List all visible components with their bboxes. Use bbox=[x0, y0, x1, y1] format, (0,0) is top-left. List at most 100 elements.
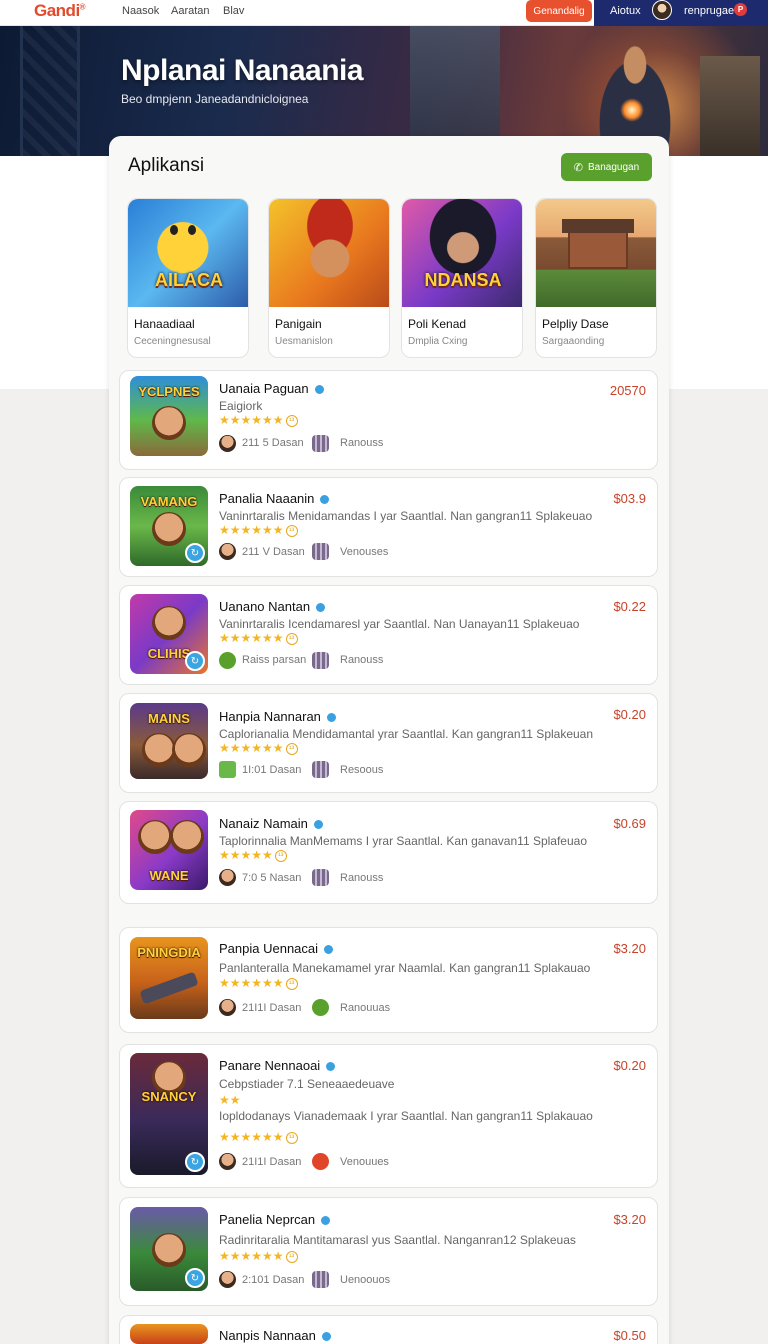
item-meta-tag[interactable]: Venouses bbox=[340, 546, 388, 558]
star-rating: ★★★★★★ ¹³ bbox=[219, 523, 298, 537]
item-thumbnail: CLIHIS ↻ bbox=[130, 594, 208, 674]
item-thumbnail: SNANCY ↻ bbox=[130, 1053, 208, 1175]
featured-tile[interactable]: AILACA Hanaadiaal Ceceningnesusal bbox=[127, 198, 249, 358]
featured-sub: Sargaaonding bbox=[542, 336, 605, 347]
item-title[interactable]: Uanano Nantan bbox=[219, 599, 326, 614]
item-title[interactable]: Nanaiz Namain bbox=[219, 816, 323, 831]
item-title[interactable]: Panare Nennaoai bbox=[219, 1058, 336, 1073]
nav-cta-button[interactable]: Genandalig bbox=[526, 0, 592, 22]
featured-sub: Uesmanislon bbox=[275, 336, 333, 347]
item-price: $0.22 bbox=[613, 599, 646, 614]
item-meta-tag[interactable]: Ranouss bbox=[340, 654, 383, 666]
item-desc: Taplorinnalia ManMemams I yrar Saantlal.… bbox=[219, 834, 587, 848]
item-title[interactable]: Hanpia Nannaran bbox=[219, 709, 336, 724]
username[interactable]: renprugae bbox=[684, 5, 734, 17]
item-thumbnail: PNINGDIA bbox=[130, 937, 208, 1019]
hero-subtitle: Beo dmpjenn Janeadandnicloignea bbox=[121, 92, 309, 106]
featured-tile[interactable]: Pelpliy Dase Sargaaonding bbox=[535, 198, 657, 358]
grid-icon bbox=[312, 761, 329, 778]
verified-icon bbox=[320, 495, 330, 505]
featured-art-text: NDANSA bbox=[424, 270, 502, 290]
nav-account-link[interactable]: Aiotux bbox=[610, 5, 641, 17]
author-avatar-icon bbox=[219, 1153, 236, 1170]
grid-icon bbox=[312, 543, 329, 560]
item-meta-tag[interactable]: Venouues bbox=[340, 1156, 389, 1168]
item-title[interactable]: Uanaia Paguan bbox=[219, 381, 324, 396]
featured-art bbox=[536, 199, 656, 307]
item-meta-tag[interactable]: Ranouss bbox=[340, 872, 383, 884]
character-art bbox=[152, 606, 186, 640]
item-price: $0.50 bbox=[613, 1328, 646, 1343]
coin-icon: ¹³ bbox=[285, 524, 298, 537]
item-art-text: WANE bbox=[149, 868, 189, 883]
featured-art: NDANSA bbox=[402, 199, 522, 307]
verified-icon bbox=[321, 1216, 331, 1226]
item-price: $0.69 bbox=[613, 816, 646, 831]
character-art bbox=[138, 820, 172, 854]
item-meta-tag[interactable]: Resoous bbox=[340, 764, 383, 776]
item-art-text: VAMANG bbox=[140, 494, 198, 509]
item-meta-tag[interactable]: Ranouss bbox=[340, 437, 383, 449]
author-avatar-icon bbox=[219, 435, 236, 452]
hero-tower-art bbox=[20, 26, 80, 156]
record-icon bbox=[312, 1153, 329, 1170]
star-rating: ★★★★★ ¹³ bbox=[219, 848, 287, 862]
coin-icon: ¹³ bbox=[285, 977, 298, 990]
character-art bbox=[152, 1233, 186, 1267]
refresh-icon: ↻ bbox=[185, 1152, 205, 1172]
author-avatar-icon bbox=[219, 999, 236, 1016]
author-avatar-icon bbox=[219, 869, 236, 886]
item-desc: Radinritaralia Mantitamarasl yus Saantla… bbox=[219, 1233, 576, 1247]
item-art-text: SNANCY bbox=[141, 1089, 197, 1104]
star-rating: ★★★★★★ ¹³ bbox=[219, 413, 298, 427]
featured-art bbox=[269, 199, 389, 307]
featured-art-text: AILACA bbox=[155, 270, 223, 290]
notification-badge[interactable]: P bbox=[734, 3, 747, 16]
item-subtitle: Cebpstiader 7.1 Seneaaedeuave bbox=[219, 1077, 395, 1091]
star-rating: ★★★★★★ ¹³ bbox=[219, 1130, 298, 1144]
item-art-text: PNINGDIA bbox=[137, 945, 201, 960]
character-art bbox=[142, 733, 176, 767]
section-action-button[interactable]: ✆ Banagugan bbox=[561, 153, 652, 181]
item-price: $3.20 bbox=[613, 1212, 646, 1227]
item-title[interactable]: Panpia Uennacai bbox=[219, 941, 334, 956]
user-avatar[interactable] bbox=[652, 0, 672, 20]
item-title[interactable]: Panalia Naaanin bbox=[219, 491, 330, 506]
featured-art: AILACA bbox=[128, 199, 248, 307]
refresh-icon: ↻ bbox=[185, 1268, 205, 1288]
star-rating: ★★★★★★ ¹³ bbox=[219, 741, 298, 755]
featured-name: Hanaadiaal bbox=[134, 317, 195, 331]
verified-icon bbox=[313, 820, 323, 830]
item-price: $03.9 bbox=[613, 491, 646, 506]
featured-tile[interactable]: Panigain Uesmanislon bbox=[268, 198, 390, 358]
item-price: 20570 bbox=[609, 383, 646, 398]
verified-icon bbox=[314, 385, 324, 395]
logo[interactable]: Gandi® bbox=[34, 1, 86, 21]
item-desc: Iopldodanays Vianademaak I yrar Saantlal… bbox=[219, 1109, 593, 1123]
item-meta-date: 21I1I Dasan bbox=[242, 1002, 302, 1014]
section-title: Aplikansi bbox=[128, 155, 205, 176]
featured-name: Panigain bbox=[275, 317, 322, 331]
featured-name: Pelpliy Dase bbox=[542, 317, 609, 331]
item-meta-tag[interactable]: Ranouuas bbox=[340, 1002, 390, 1014]
item-thumbnail: WANE bbox=[130, 810, 208, 890]
nav-link-2[interactable]: Aaratan bbox=[171, 5, 210, 17]
nav-link-3[interactable]: Blav bbox=[223, 5, 244, 17]
item-title[interactable]: Panelia Neprcan bbox=[219, 1212, 331, 1227]
phone-icon: ✆ bbox=[573, 161, 584, 174]
coin-icon: ¹³ bbox=[285, 414, 298, 427]
item-desc: Vaninrtaralis Menidamandas I yar Saantla… bbox=[219, 509, 593, 523]
item-title[interactable]: Nanpis Nannaan bbox=[219, 1328, 331, 1343]
hero-energy-art bbox=[620, 98, 644, 122]
grid-icon bbox=[312, 435, 329, 452]
grid-icon bbox=[312, 1271, 329, 1288]
item-thumbnail: VAMANG ↻ bbox=[130, 486, 208, 566]
item-meta-tag[interactable]: Uenoouos bbox=[340, 1274, 390, 1286]
item-price: $0.20 bbox=[613, 707, 646, 722]
star-rating: ★★★★★★ ¹³ bbox=[219, 976, 298, 990]
item-meta-date: 211 5 Dasan bbox=[242, 437, 304, 449]
item-thumbnail: YCLPNES bbox=[130, 376, 208, 456]
featured-tile[interactable]: NDANSA Poli Kenad Dmplia Cxing bbox=[401, 198, 523, 358]
nav-link-1[interactable]: Naasok bbox=[122, 5, 159, 17]
top-nav: Gandi® Naasok Aaratan Blav Genandalig Ai… bbox=[0, 0, 768, 26]
